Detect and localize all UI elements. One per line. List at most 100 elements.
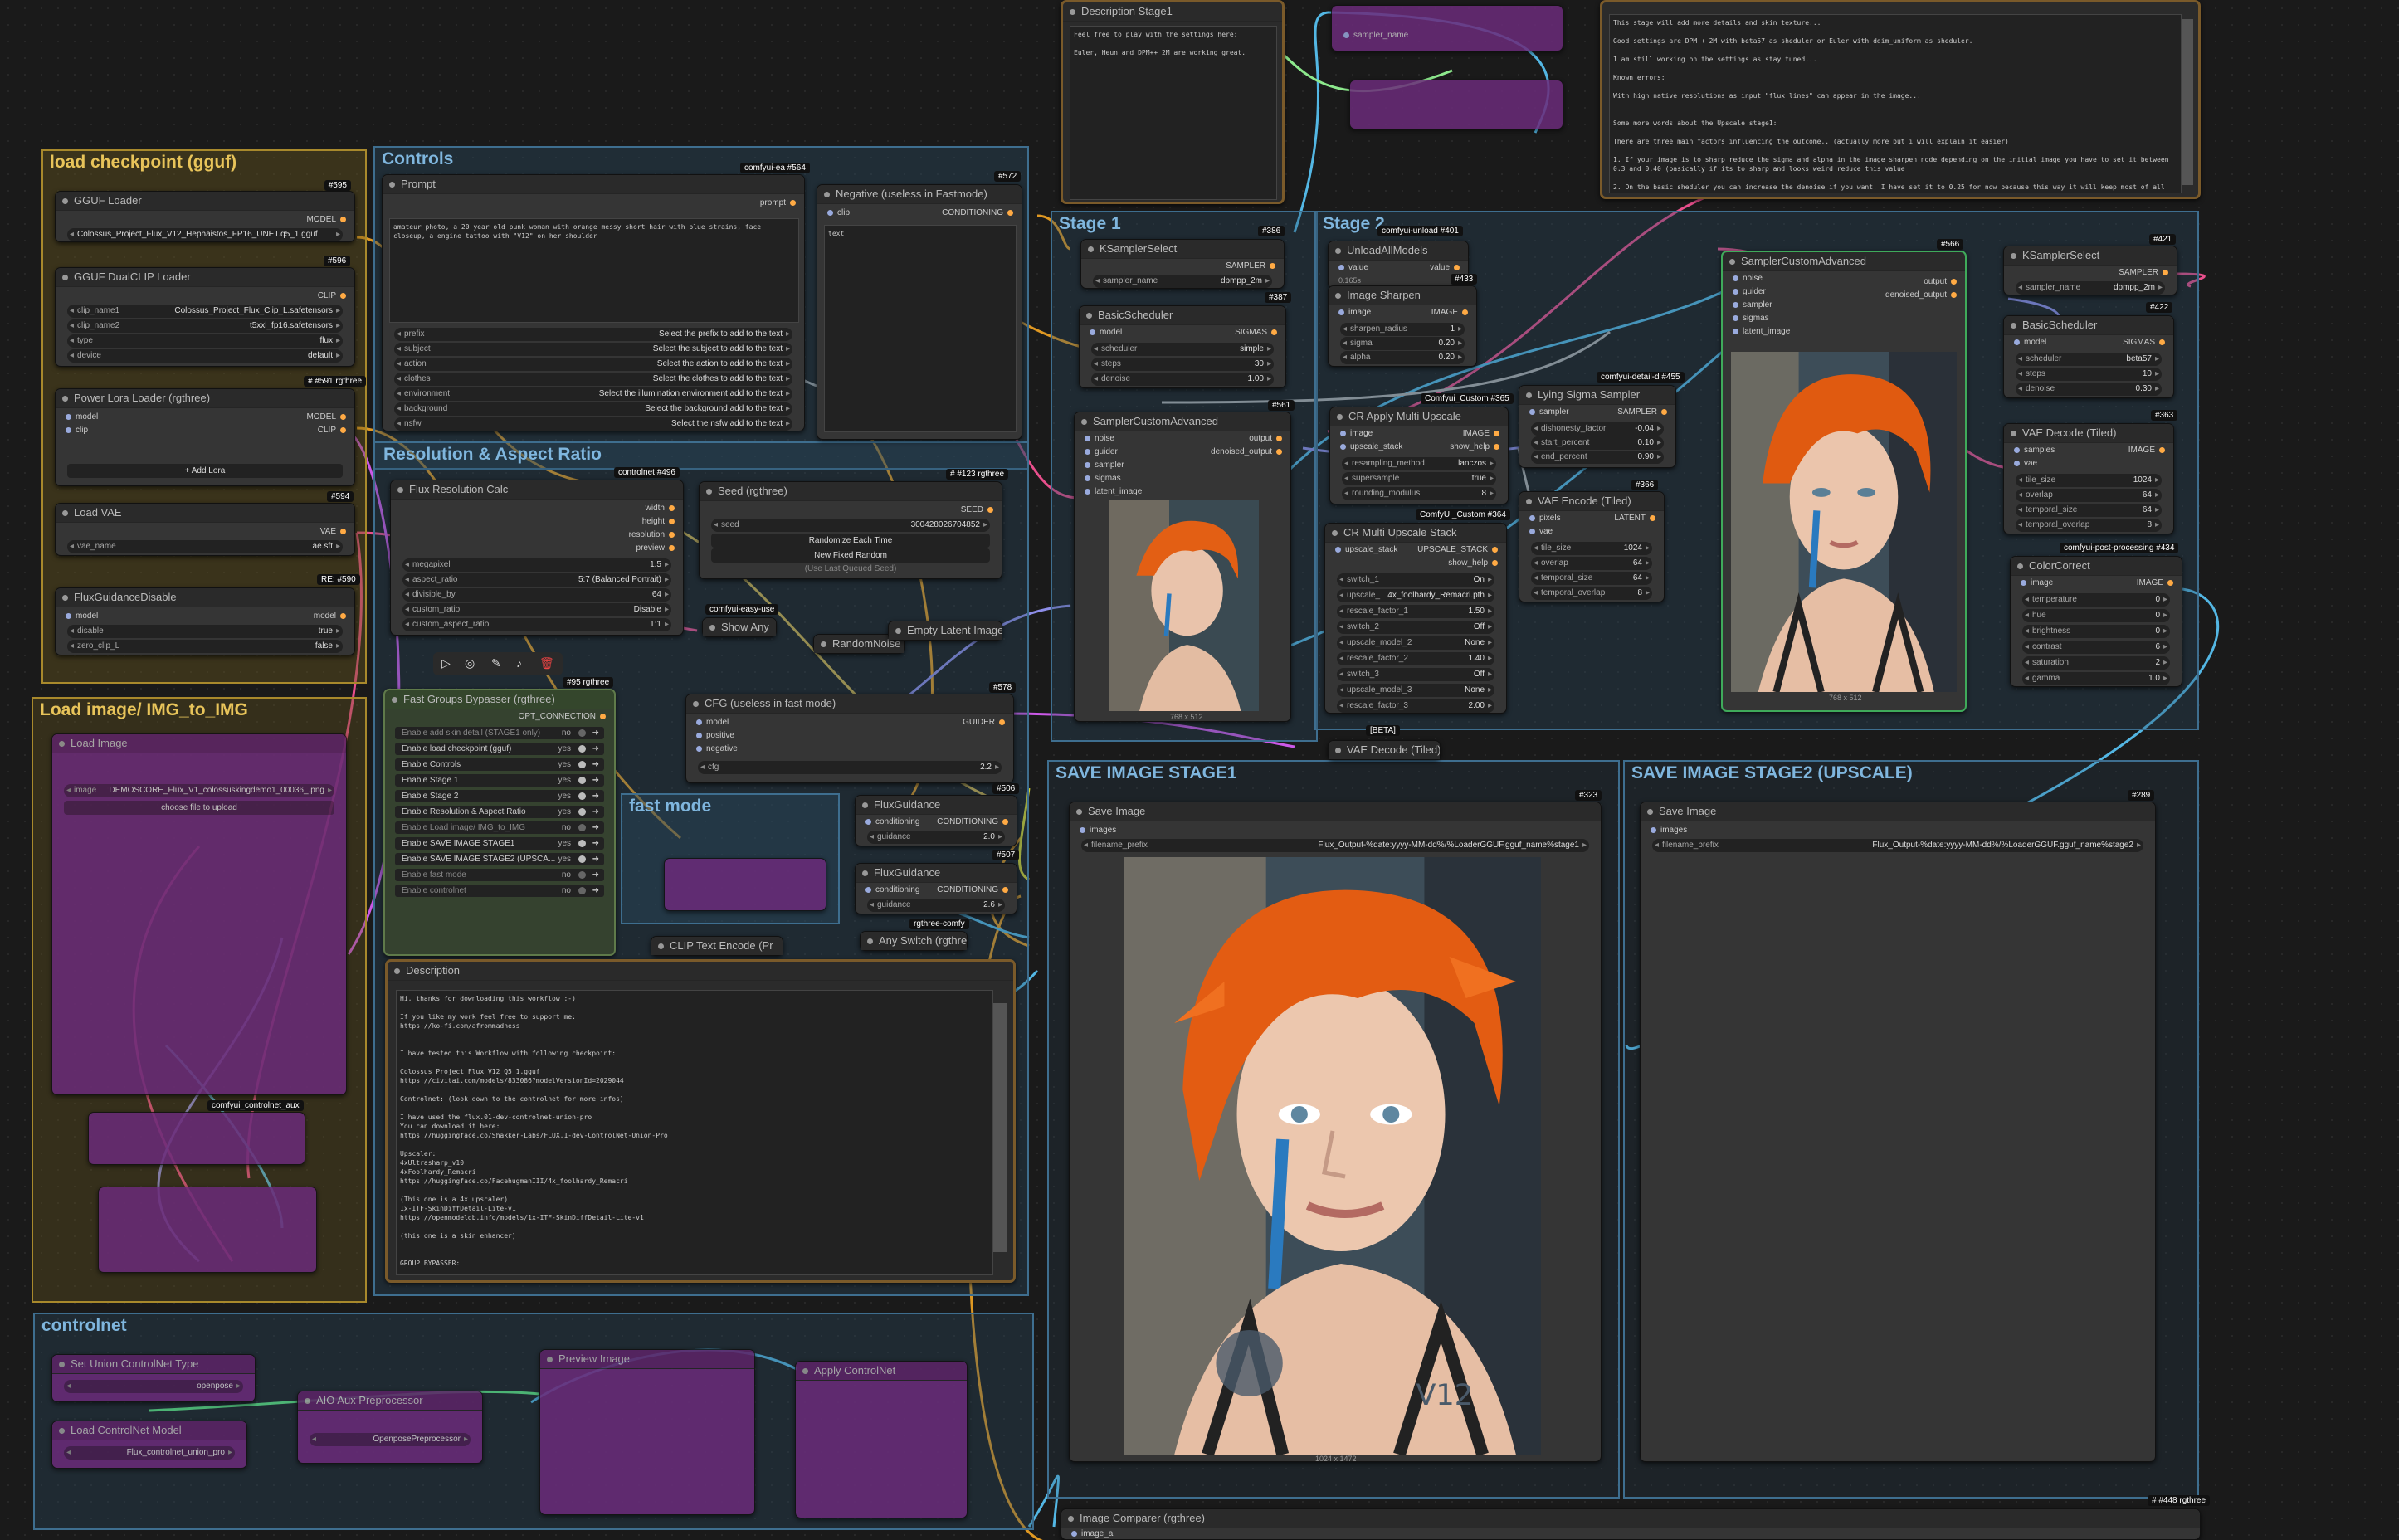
- widget-temporal_size[interactable]: temporal_size 64: [1531, 572, 1652, 585]
- image-input[interactable]: image: [2021, 578, 2053, 587]
- description-node[interactable]: Description Hi, thanks for downloading t…: [385, 959, 1016, 1283]
- goto-arrow-icon[interactable]: ➜: [592, 758, 599, 771]
- clip-output[interactable]: CLIP: [318, 291, 346, 300]
- latent-output[interactable]: LATENT: [1614, 514, 1655, 523]
- play-icon[interactable]: ▷: [441, 656, 451, 670]
- negative-input[interactable]: negative: [696, 744, 738, 753]
- description-stage1-text[interactable]: Feel free to play with the settings here…: [1070, 26, 1277, 200]
- image-input[interactable]: image: [1340, 429, 1373, 438]
- widget-upscale_model_3[interactable]: upscale_model_3 None: [1337, 684, 1494, 697]
- widget-sigma[interactable]: sigma 0.20: [1340, 337, 1465, 350]
- widget-switch_3[interactable]: switch_3 Off: [1337, 668, 1494, 681]
- noise-input[interactable]: noise: [1085, 434, 1114, 443]
- toggle-icon[interactable]: [578, 871, 586, 879]
- image-sharpen-node[interactable]: Image Sharpen image IMAGE sharpen_radius…: [1328, 285, 1477, 367]
- guidance-widget[interactable]: guidance2.6: [867, 899, 1005, 912]
- sampler-input[interactable]: sampler_name: [1343, 31, 1408, 40]
- widget-upscale_model_2[interactable]: upscale_model_2 None: [1337, 636, 1494, 650]
- goto-arrow-icon[interactable]: ➜: [592, 821, 599, 834]
- widget-clothes[interactable]: clothes Select the clothes to add to the …: [394, 373, 792, 386]
- widget-prefix[interactable]: prefix Select the prefix to add to the te…: [394, 328, 792, 341]
- bypassed-fast-mode-node[interactable]: [664, 858, 826, 911]
- widget-aspect_ratio[interactable]: aspect_ratio 5:7 (Balanced Portrait): [402, 573, 671, 587]
- bypass-toggle-row[interactable]: Enable fast mode no ➜: [395, 869, 604, 881]
- gguf-loader-node[interactable]: GGUF Loader #595 MODEL Colossus_Project_…: [55, 180, 355, 242]
- sampler-input[interactable]: sampler: [1085, 461, 1124, 470]
- any-switch-node[interactable]: Any Switch (rgthree): [860, 931, 968, 951]
- cr-apply-multi-upscale-node[interactable]: CR Apply Multi Upscale image upscale_sta…: [1329, 407, 1509, 504]
- add-lora-button[interactable]: + Add Lora: [67, 464, 343, 478]
- set-union-controlnet-node[interactable]: Set Union ControlNet Type openpose: [51, 1354, 256, 1402]
- unload-all-models-node[interactable]: UnloadAllModels value value 0.165s: [1328, 241, 1469, 289]
- save-image-node-1[interactable]: Save Image images filename_prefixFlux_Ou…: [1069, 802, 1602, 1463]
- widget-steps[interactable]: steps 10: [2016, 368, 2162, 381]
- width-output[interactable]: width: [646, 504, 675, 513]
- power-lora-loader-node[interactable]: Power Lora Loader (rgthree) model clip M…: [55, 388, 355, 486]
- noise-input[interactable]: noise: [1733, 274, 1763, 283]
- latent-image-input[interactable]: latent_image: [1085, 487, 1142, 496]
- bypassed-node-top2[interactable]: [1349, 80, 1563, 129]
- cfg-widget[interactable]: cfg2.2: [698, 761, 1002, 774]
- new-fixed-random-button[interactable]: New Fixed Random: [711, 548, 990, 563]
- seed-output[interactable]: SEED: [961, 505, 993, 514]
- vae-decode-tiled-node-2[interactable]: VAE Decode (Tiled) samples vae IMAGE til…: [2003, 423, 2174, 534]
- preprocessor-widget[interactable]: OpenposePreprocessor: [310, 1433, 471, 1446]
- description-stage1-node[interactable]: Description Stage1 Feel free to play wit…: [1061, 0, 1285, 204]
- widget-custom_aspect_ratio[interactable]: custom_aspect_ratio 1:1: [402, 618, 671, 631]
- prompt-textarea[interactable]: amateur photo, a 20 year old punk woman …: [389, 218, 799, 323]
- negative-prompt-node[interactable]: Negative (useless in Fastmode) clip COND…: [817, 184, 1022, 440]
- bypass-toggle-row[interactable]: Enable SAVE IMAGE STAGE2 (UPSCA... yes ➜: [395, 853, 604, 865]
- bypass-toggle-row[interactable]: Enable add skin detail (STAGE1 only) no ➜: [395, 727, 604, 739]
- bypass-toggle-row[interactable]: Enable Load image/ IMG_to_IMG no ➜: [395, 821, 604, 834]
- widget-supersample[interactable]: supersample true: [1342, 472, 1496, 485]
- widget-temporal_size[interactable]: temporal_size 64: [2016, 504, 2162, 517]
- goto-arrow-icon[interactable]: ➜: [592, 806, 599, 818]
- sampler-input[interactable]: sampler: [1529, 407, 1569, 417]
- trash-icon[interactable]: 🗑: [539, 656, 554, 670]
- widget-start_percent[interactable]: start_percent 0.10: [1531, 436, 1664, 450]
- bypass-toggle-row[interactable]: Enable Resolution & Aspect Ratio yes ➜: [395, 806, 604, 818]
- widget-temporal_overlap[interactable]: temporal_overlap 8: [1531, 587, 1652, 600]
- clip-output[interactable]: CLIP: [318, 426, 346, 435]
- widget-denoise[interactable]: denoise 1.00: [1091, 373, 1274, 386]
- conditioning-output[interactable]: CONDITIONING: [937, 817, 1008, 826]
- toggle-icon[interactable]: [578, 887, 586, 894]
- vae-decode-tiled-node-1[interactable]: VAE Decode (Tiled): [1328, 740, 1441, 760]
- scrollbar[interactable]: [2182, 19, 2193, 185]
- show-any-node[interactable]: Show Any: [702, 617, 777, 637]
- widget-resampling_method[interactable]: resampling_method lanczos: [1342, 457, 1496, 470]
- prompt-output[interactable]: prompt: [760, 198, 796, 207]
- bypassed-node-a[interactable]: [88, 1112, 305, 1165]
- load-image-node[interactable]: Load Image imageDEMOSCORE_Flux_V1_coloss…: [51, 733, 347, 1095]
- fast-groups-bypasser-node[interactable]: Fast Groups Bypasser (rgthree) OPT_CONNE…: [383, 689, 616, 956]
- apply-controlnet-node[interactable]: Apply ControlNet: [795, 1361, 968, 1518]
- goto-arrow-icon[interactable]: ➜: [592, 853, 599, 865]
- sampler-output[interactable]: SAMPLER: [2119, 268, 2168, 277]
- clip-text-encode-node[interactable]: CLIP Text Encode (Pr: [651, 936, 783, 956]
- vae-input[interactable]: vae: [1529, 527, 1553, 536]
- flux-guidance-node-1[interactable]: FluxGuidance conditioning CONDITIONING g…: [855, 795, 1017, 846]
- widget-upscale_[interactable]: upscale_ 4x_foolhardy_Remacri.pth: [1337, 589, 1494, 602]
- value-input[interactable]: value: [1338, 263, 1368, 272]
- description-textarea[interactable]: Hi, thanks for downloading this workflow…: [396, 990, 993, 1275]
- basic-scheduler-node-2[interactable]: BasicScheduler model SIGMAS scheduler bet…: [2003, 315, 2174, 398]
- model-input[interactable]: model: [1090, 328, 1122, 337]
- filename-prefix-widget[interactable]: filename_prefixFlux_Output-%date:yyyy-MM…: [1652, 839, 2143, 852]
- widget-contrast[interactable]: contrast 6: [2022, 641, 2170, 654]
- image-a-input[interactable]: image_a: [1071, 1529, 1113, 1538]
- goto-arrow-icon[interactable]: ➜: [592, 837, 599, 850]
- denoised-output-port[interactable]: denoised_output: [1211, 447, 1282, 456]
- disable-widget[interactable]: disabletrue: [67, 625, 343, 638]
- sampler-output[interactable]: SAMPLER: [1617, 407, 1667, 417]
- flux-resolution-calc-node[interactable]: Flux Resolution Calc width height resolu…: [390, 480, 684, 636]
- cfg-guider-node[interactable]: CFG (useless in fast mode) model positiv…: [685, 694, 1014, 783]
- image-widget[interactable]: imageDEMOSCORE_Flux_V1_colossuskingdemo1…: [64, 784, 334, 797]
- goto-arrow-icon[interactable]: ➜: [592, 885, 599, 897]
- vae-name-widget[interactable]: vae_nameae.sft: [67, 540, 343, 553]
- seed-widget[interactable]: seed300428026704852: [711, 519, 990, 532]
- sampler-input[interactable]: sampler: [1733, 300, 1772, 309]
- scrollbar[interactable]: [993, 1003, 1007, 1252]
- guider-input[interactable]: guider: [1085, 447, 1118, 456]
- preview-image-node[interactable]: Preview Image: [539, 1349, 755, 1515]
- image-output[interactable]: IMAGE: [1463, 429, 1499, 438]
